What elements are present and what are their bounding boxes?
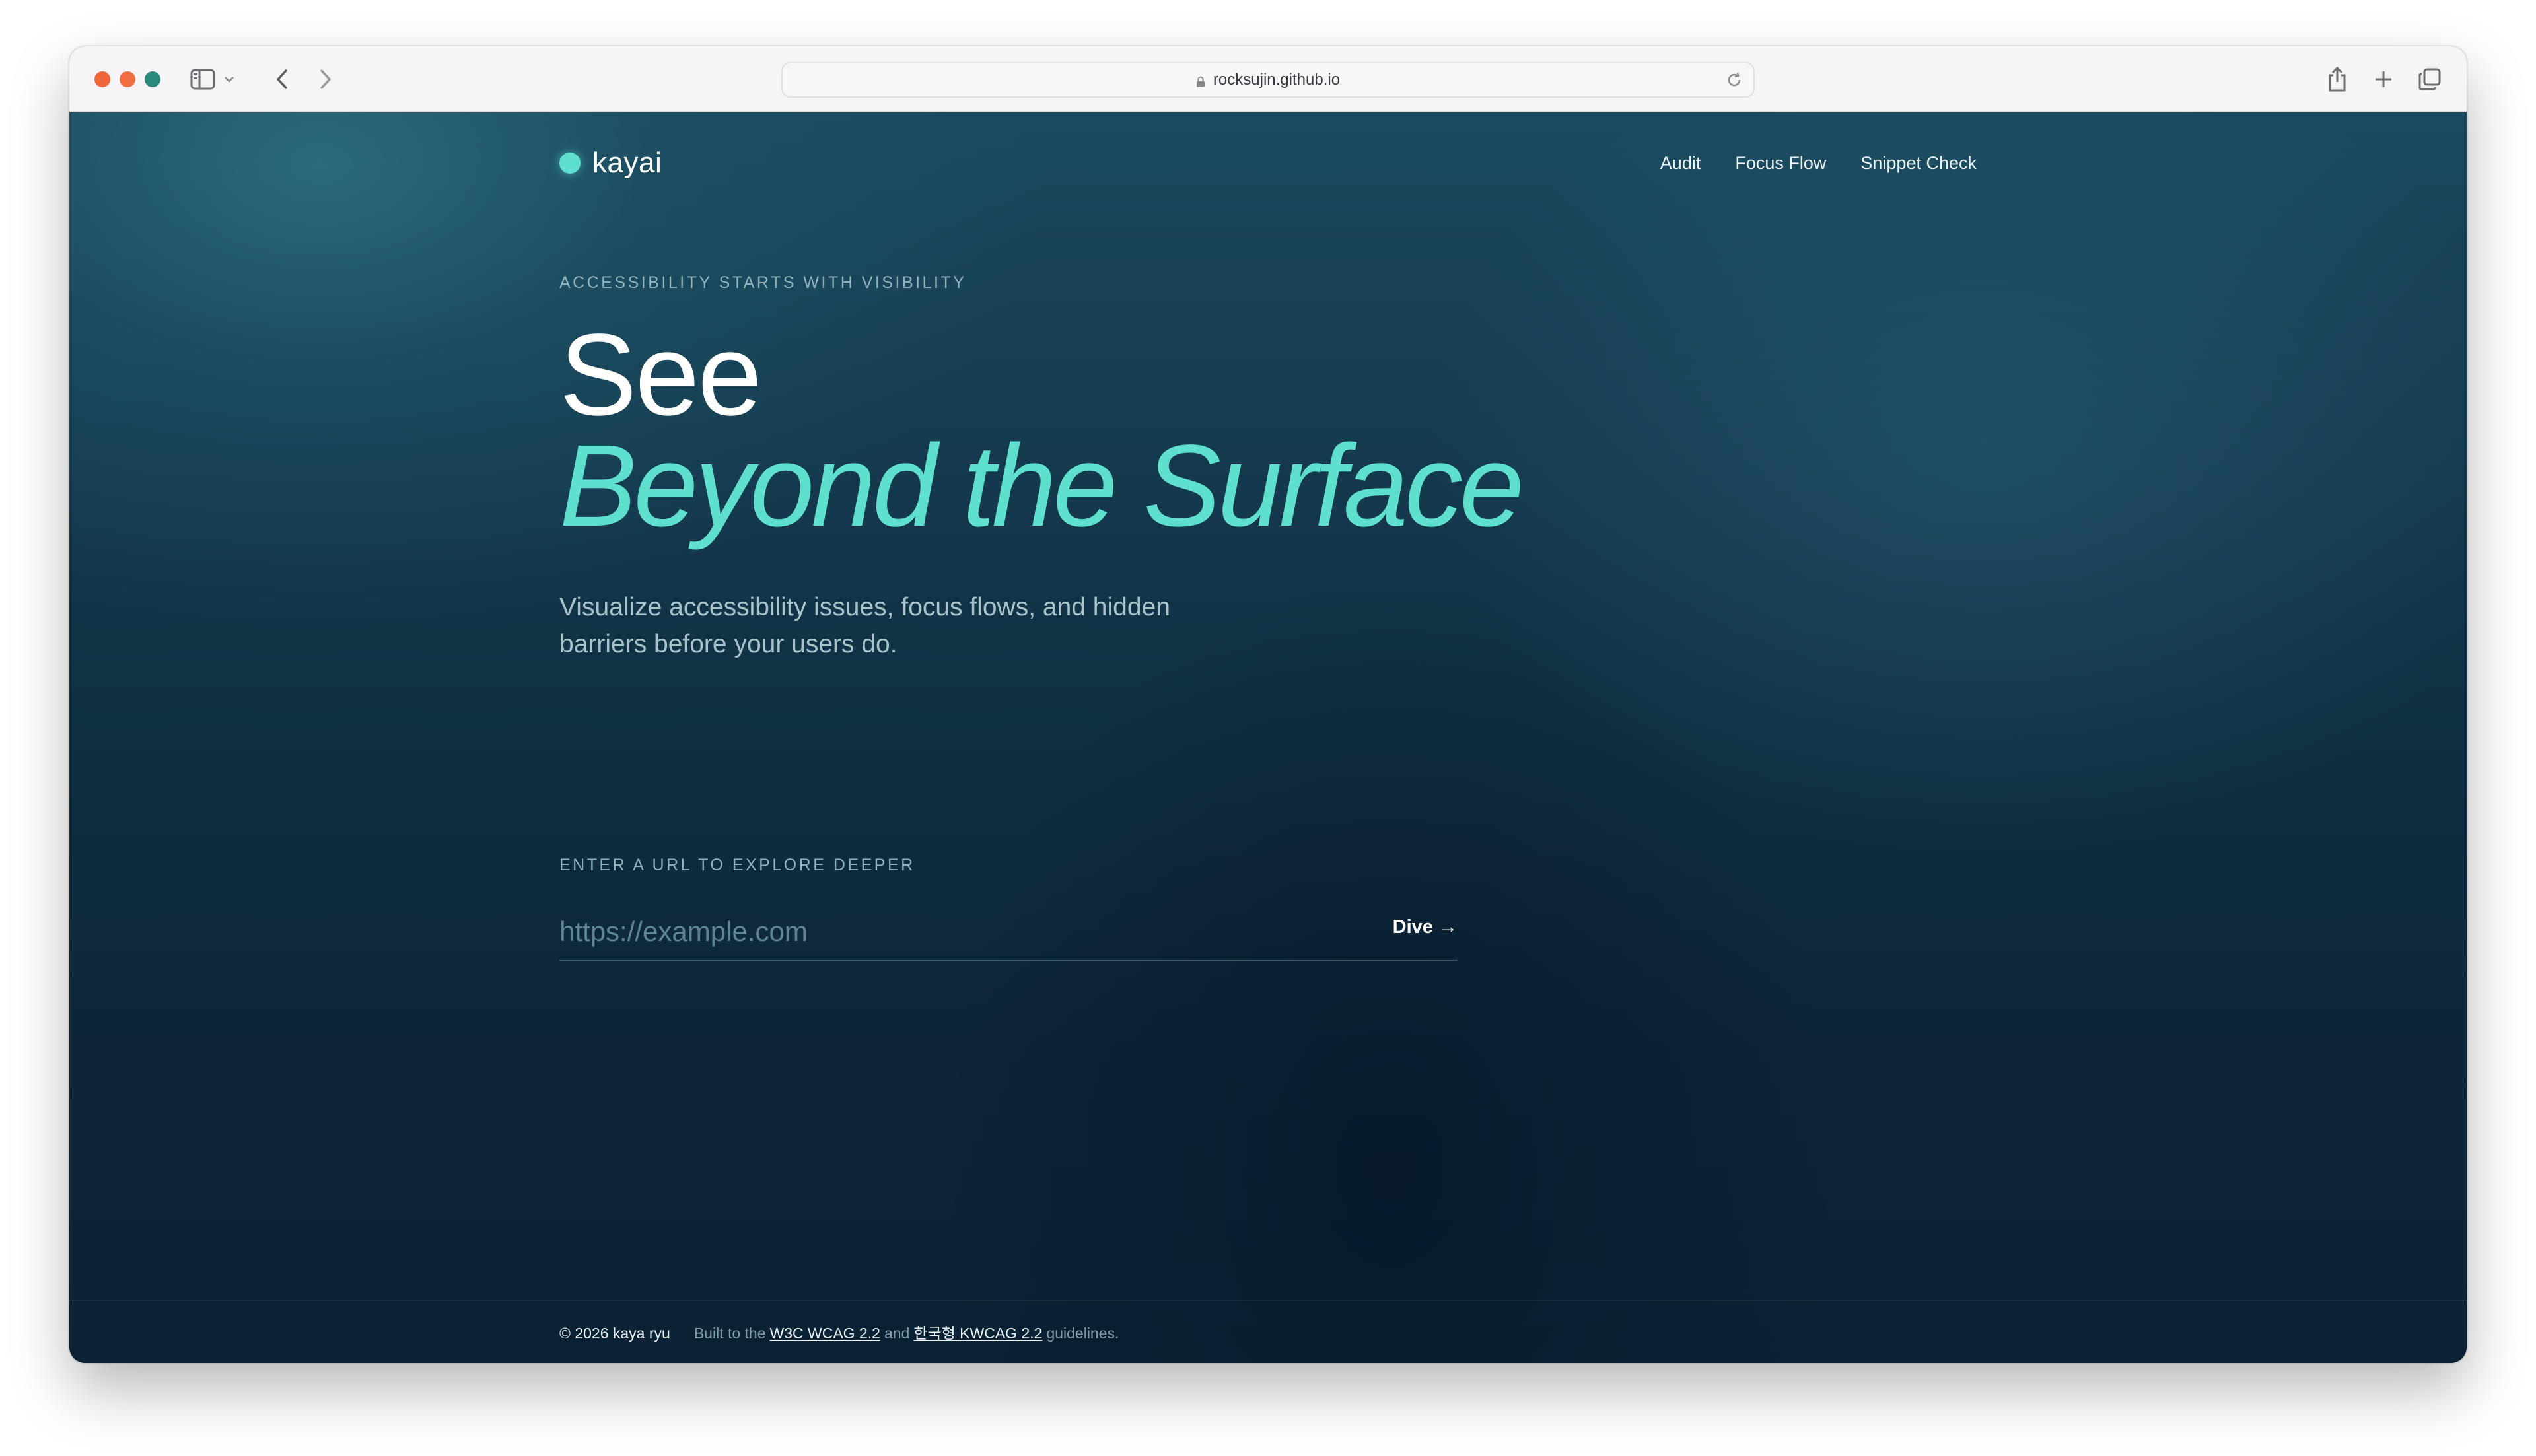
chevron-right-icon[interactable]	[311, 65, 340, 94]
nav-link-snippet-check[interactable]: Snippet Check	[1860, 153, 1977, 174]
page-viewport: kayai Audit Focus Flow Snippet Check ACC…	[69, 112, 2467, 1363]
browser-window: rocksujin.github.io kayai Audit Focus Fl…	[69, 46, 2467, 1363]
url-form: Dive →	[559, 909, 1458, 961]
lock-icon	[1196, 74, 1205, 87]
address-bar[interactable]: rocksujin.github.io	[781, 62, 1755, 98]
footer-text-middle: and	[884, 1325, 910, 1342]
zoom-window-button[interactable]	[145, 71, 160, 87]
browser-toolbar: rocksujin.github.io	[69, 46, 2467, 112]
main-nav: Audit Focus Flow Snippet Check	[1660, 153, 1977, 174]
nav-link-focus-flow[interactable]: Focus Flow	[1735, 153, 1826, 174]
hero-subtitle: Visualize accessibility issues, focus fl…	[559, 593, 1170, 658]
chevron-down-icon[interactable]	[221, 65, 237, 94]
hero-headline-line1: See	[559, 310, 762, 440]
chevron-left-icon[interactable]	[267, 65, 297, 94]
reload-icon[interactable]	[1726, 71, 1743, 93]
footer-text-after: guidelines.	[1046, 1325, 1119, 1342]
sidebar-icon[interactable]	[188, 65, 217, 94]
footer-link-kwcag[interactable]: 한국형 KWCAG 2.2	[913, 1321, 1042, 1343]
footer-link-wcag[interactable]: W3C WCAG 2.2	[770, 1325, 880, 1342]
share-icon[interactable]	[2323, 65, 2352, 94]
page-footer: © 2026 kaya ryu Built to the W3C WCAG 2.…	[69, 1300, 2467, 1363]
close-window-button[interactable]	[94, 71, 110, 87]
url-input-label: ENTER A URL TO EXPLORE DEEPER	[559, 856, 915, 874]
nav-link-audit[interactable]: Audit	[1660, 153, 1701, 174]
hero-eyebrow: ACCESSIBILITY STARTS WITH VISIBILITY	[559, 273, 967, 292]
footer-content: © 2026 kaya ryu Built to the W3C WCAG 2.…	[559, 1321, 1119, 1343]
url-input[interactable]	[559, 909, 1352, 955]
logo-text: kayai	[592, 147, 662, 179]
tabs-overview-icon[interactable]	[2415, 65, 2444, 94]
dive-button[interactable]: Dive →	[1393, 917, 1458, 938]
minimize-window-button[interactable]	[120, 71, 135, 87]
footer-text-before: Built to the	[693, 1325, 766, 1342]
plus-icon[interactable]	[2369, 65, 2398, 94]
footer-copyright: © 2026 kaya ryu	[559, 1325, 670, 1342]
hero-headline-line2: Beyond the Surface	[559, 421, 1524, 551]
site-logo[interactable]: kayai	[559, 147, 662, 180]
logo-dot-icon	[559, 153, 581, 174]
address-url: rocksujin.github.io	[1213, 71, 1341, 88]
